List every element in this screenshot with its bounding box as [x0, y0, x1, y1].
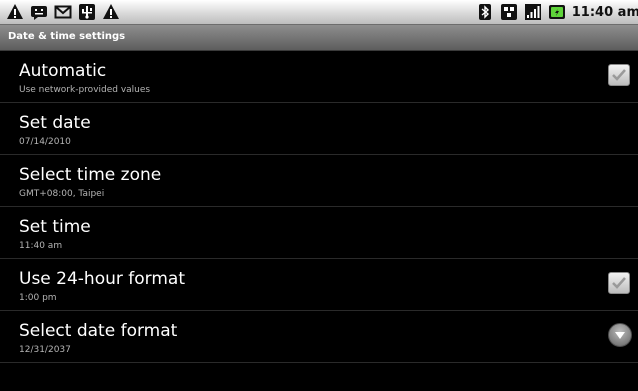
automatic-checkbox[interactable] [608, 64, 630, 86]
check-icon [612, 277, 626, 289]
24-hour-checkbox[interactable] [608, 272, 630, 294]
settings-list: Automatic Use network-provided values Se… [0, 51, 638, 363]
status-clock: 11:40 am [571, 4, 638, 20]
date-format-dropdown[interactable] [608, 323, 632, 347]
network-icon [500, 3, 518, 21]
bluetooth-icon [476, 3, 494, 21]
setting-title: Select date format [19, 321, 178, 341]
gmail-icon [54, 3, 72, 21]
warning-icon [6, 3, 24, 21]
title-bar: Date & time settings [0, 25, 638, 51]
chat-icon [30, 3, 48, 21]
setting-summary: Use network-provided values [19, 85, 151, 95]
chevron-down-icon [615, 332, 625, 339]
setting-summary: 07/14/2010 [19, 137, 71, 147]
setting-use-24-hour-format[interactable]: Use 24-hour format 1:00 pm [0, 259, 638, 311]
setting-automatic[interactable]: Automatic Use network-provided values [0, 51, 638, 103]
setting-title: Automatic [19, 61, 107, 81]
setting-summary: GMT+08:00, Taipei [19, 189, 105, 199]
setting-select-time-zone[interactable]: Select time zone GMT+08:00, Taipei [0, 155, 638, 207]
setting-title: Set date [19, 113, 91, 133]
status-bar: 11:40 am [0, 0, 638, 25]
setting-select-date-format[interactable]: Select date format 12/31/2037 [0, 311, 638, 363]
setting-title: Use 24-hour format [19, 269, 185, 289]
notification-icons[interactable] [6, 3, 120, 21]
setting-set-date[interactable]: Set date 07/14/2010 [0, 103, 638, 155]
signal-icon [524, 3, 542, 21]
warning-icon [102, 3, 120, 21]
setting-summary: 11:40 am [19, 241, 63, 251]
usb-icon [78, 3, 96, 21]
setting-title: Set time [19, 217, 91, 237]
system-icons: 11:40 am [476, 3, 638, 21]
setting-summary: 12/31/2037 [19, 345, 71, 355]
page-title: Date & time settings [8, 31, 126, 42]
setting-set-time[interactable]: Set time 11:40 am [0, 207, 638, 259]
battery-icon [548, 3, 566, 21]
check-icon [612, 69, 626, 81]
setting-title: Select time zone [19, 165, 162, 185]
setting-summary: 1:00 pm [19, 293, 57, 303]
